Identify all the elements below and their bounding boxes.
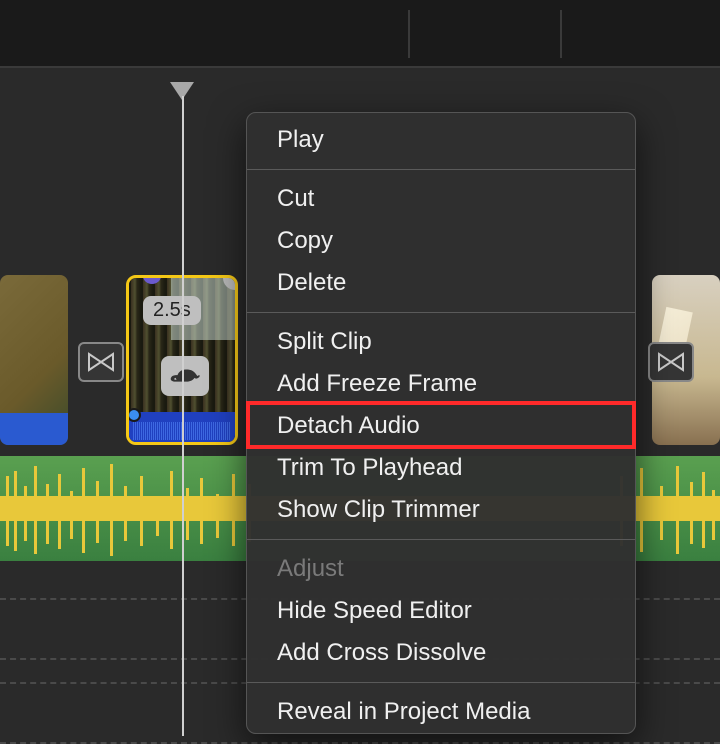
transition-icon[interactable] xyxy=(78,342,124,382)
audio-keyframe[interactable] xyxy=(127,408,141,422)
context-menu: Play Cut Copy Delete Split Clip Add Free… xyxy=(246,112,636,734)
video-clip[interactable] xyxy=(0,275,68,445)
menu-separator xyxy=(247,539,635,540)
top-toolbar xyxy=(0,0,720,68)
menu-item-add-cross-dissolve[interactable]: Add Cross Dissolve xyxy=(247,632,635,674)
menu-separator xyxy=(247,312,635,313)
menu-item-trim-to-playhead[interactable]: Trim To Playhead xyxy=(247,447,635,489)
toolbar-divider xyxy=(408,10,410,58)
menu-separator xyxy=(247,682,635,683)
transition-icon[interactable] xyxy=(648,342,694,382)
toolbar-divider xyxy=(560,10,562,58)
menu-item-cut[interactable]: Cut xyxy=(247,178,635,220)
menu-item-play[interactable]: Play xyxy=(247,119,635,161)
clip-audio-lane[interactable] xyxy=(129,412,235,442)
menu-item-delete[interactable]: Delete xyxy=(247,262,635,304)
menu-item-hide-speed-editor[interactable]: Hide Speed Editor xyxy=(247,590,635,632)
video-clip-selected[interactable]: 2.5s xyxy=(126,275,238,445)
menu-item-show-clip-trimmer[interactable]: Show Clip Trimmer xyxy=(247,489,635,531)
menu-item-adjust: Adjust xyxy=(247,548,635,590)
menu-item-detach-audio[interactable]: Detach Audio xyxy=(247,405,635,447)
menu-item-reveal-in-project-media[interactable]: Reveal in Project Media xyxy=(247,691,635,733)
menu-item-add-freeze-frame[interactable]: Add Freeze Frame xyxy=(247,363,635,405)
menu-item-split-clip[interactable]: Split Clip xyxy=(247,321,635,363)
clip-duration-badge: 2.5s xyxy=(143,296,201,325)
menu-separator xyxy=(247,169,635,170)
menu-item-copy[interactable]: Copy xyxy=(247,220,635,262)
rabbit-icon xyxy=(161,356,209,396)
